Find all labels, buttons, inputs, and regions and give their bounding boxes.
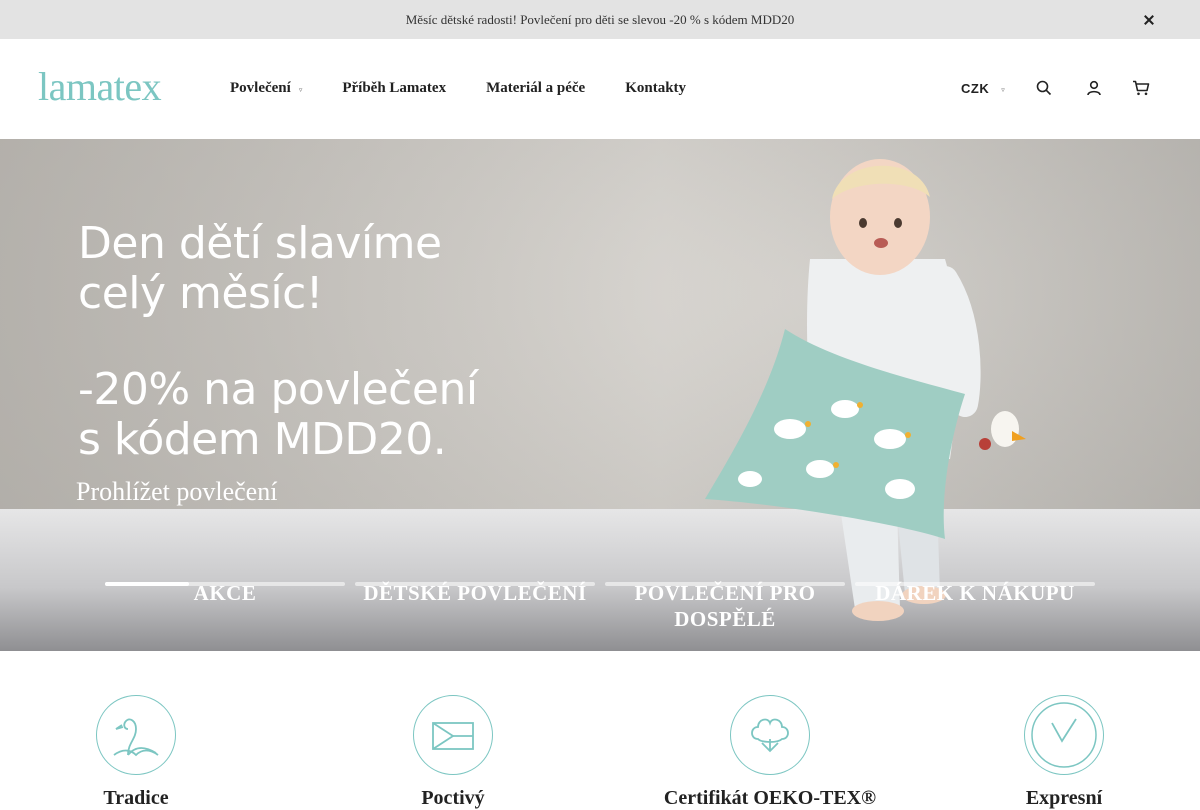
slider-tab-label: POVLEČENÍ PRO DOSPĚLÉ (634, 581, 816, 631)
slider-tab-detske[interactable]: DĚTSKÉ POVLEČENÍ (355, 581, 595, 608)
nav-item-label: Kontakty (625, 80, 687, 96)
nav-item-label: Povlečení (230, 80, 291, 96)
chevron-down-icon: ▿ (1001, 86, 1006, 94)
search-icon[interactable] (1035, 79, 1053, 97)
features-row: Tradice Poctivý Certifikát OEKO-TEX® Exp… (0, 651, 1200, 809)
slider-tab-label: DÁREK K NÁKUPU (875, 581, 1075, 605)
announcement-text: Měsíc dětské radosti! Povlečení pro děti… (405, 11, 795, 27)
logo[interactable]: lamatex (38, 63, 162, 110)
hero-photo (705, 159, 1026, 621)
feature-item: Tradice (6, 695, 266, 810)
nav-item-label: Příběh Lamatex (342, 80, 447, 96)
hero-headline-line: s kódem MDD20. (78, 414, 447, 465)
check-icon (1024, 695, 1104, 775)
feature-item: Certifikát OEKO-TEX® (640, 695, 900, 810)
feature-title: Tradice (103, 787, 169, 809)
site-header: lamatex Povlečení ▿ Příběh Lamatex Mater… (0, 39, 1200, 139)
flag-icon (413, 695, 493, 775)
feature-title: Certifikát OEKO-TEX® (663, 787, 877, 809)
currency-label: CZK (961, 80, 990, 96)
slider-tab-akce[interactable]: AKCE (105, 581, 345, 608)
slider-tab-label: DĚTSKÉ POVLEČENÍ (363, 581, 587, 605)
close-icon[interactable] (1142, 13, 1156, 27)
feature-item: Expresní (934, 695, 1194, 810)
cotton-icon (730, 695, 810, 775)
cart-icon[interactable] (1132, 79, 1150, 97)
main-nav: Povlečení ▿ Příběh Lamatex Materiál a pé… (230, 80, 686, 97)
hero-headline-line: Den dětí slavíme (78, 218, 442, 269)
announcement-bar: Měsíc dětské radosti! Povlečení pro děti… (0, 0, 1200, 39)
nav-item-pribeh[interactable]: Příběh Lamatex (342, 80, 446, 97)
feature-title: Poctivý (421, 787, 485, 809)
nav-item-povleceni[interactable]: Povlečení ▿ (230, 80, 302, 97)
hero-banner: Den dětí slavíme celý měsíc! -20% na pov… (0, 139, 1200, 651)
header-tools: CZK ▿ (961, 79, 1150, 97)
swan-icon (96, 695, 176, 775)
hero-cta-link[interactable]: Prohlížet povlečení (76, 477, 277, 507)
user-icon[interactable] (1085, 79, 1103, 97)
nav-item-material[interactable]: Materiál a péče (486, 80, 585, 97)
hero-headline-line: -20% na povlečení (78, 364, 478, 415)
feature-title: Expresní (1025, 787, 1103, 809)
nav-item-label: Materiál a péče (486, 80, 586, 96)
currency-selector[interactable]: CZK ▿ (961, 81, 1005, 96)
slider-tab-darek[interactable]: DÁREK K NÁKUPU (855, 581, 1095, 608)
slider-tab-dospele[interactable]: POVLEČENÍ PRO DOSPĚLÉ (605, 581, 845, 634)
hero-headline-line: celý měsíc! (78, 268, 323, 319)
slider-tab-label: AKCE (193, 581, 257, 605)
nav-item-kontakty[interactable]: Kontakty (625, 80, 686, 97)
chevron-down-icon: ▿ (298, 86, 303, 94)
hero-slider-tabs: AKCE DĚTSKÉ POVLEČENÍ POVLEČENÍ PRO DOSP… (105, 581, 1105, 642)
feature-item: Poctivý (323, 695, 583, 810)
hero-headline: Den dětí slavíme celý měsíc! -20% na pov… (78, 219, 478, 465)
